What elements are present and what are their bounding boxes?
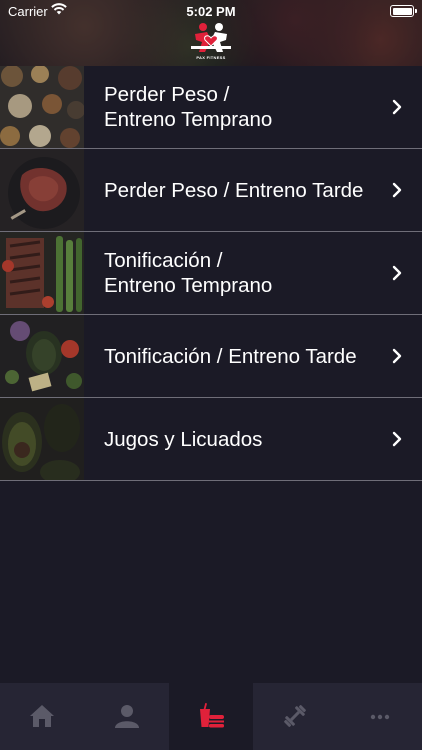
header-banner: Carrier 5:02 PM PAX FITNESS: [0, 0, 422, 66]
list-item-label: Tonificación / Entreno Temprano: [104, 249, 273, 297]
tab-home[interactable]: [0, 683, 84, 750]
list-item-label: Perder Peso / Entreno Tarde: [104, 178, 364, 202]
tab-nutrition[interactable]: [168, 683, 254, 750]
list-item-label: Jugos y Licuados: [104, 427, 263, 451]
food-thumbnail-steak: [0, 149, 84, 231]
chevron-right-icon: [392, 265, 402, 281]
diet-plan-list: Perder Peso / Entreno Temprano Perder Pe…: [0, 66, 422, 481]
home-icon: [30, 705, 55, 727]
profile-icon: [114, 705, 139, 728]
tab-profile[interactable]: [84, 683, 168, 750]
status-time: 5:02 PM: [186, 4, 236, 19]
list-item-jugos-licuados[interactable]: Jugos y Licuados: [0, 398, 422, 481]
food-thumbnail-avocado: [0, 398, 84, 480]
tab-bar: [0, 683, 422, 750]
tab-more[interactable]: [338, 683, 422, 750]
chevron-right-icon: [392, 431, 402, 447]
food-thumbnail-grilled-vegetables: [0, 232, 84, 314]
food-drink-icon: [200, 703, 225, 728]
status-bar: Carrier 5:02 PM: [0, 0, 422, 22]
food-thumbnail-nuts-grains: [0, 66, 84, 148]
list-item-perder-peso-temprano[interactable]: Perder Peso / Entreno Temprano: [0, 66, 422, 149]
logo-text: PAX FITNESS: [196, 55, 226, 60]
list-item-perder-peso-tarde[interactable]: Perder Peso / Entreno Tarde: [0, 149, 422, 232]
list-item-label: Tonificación / Entreno Tarde: [104, 344, 357, 368]
list-item-tonificacion-tarde[interactable]: Tonificación / Entreno Tarde: [0, 315, 422, 398]
list-item-label: Perder Peso / Entreno Temprano: [104, 83, 273, 131]
battery-icon: [390, 5, 417, 17]
more-icon: [370, 714, 390, 720]
app-logo: PAX FITNESS: [190, 22, 232, 62]
chevron-right-icon: [392, 182, 402, 198]
chevron-right-icon: [392, 348, 402, 364]
tab-workout[interactable]: [253, 683, 337, 750]
fitness-logo-icon: [191, 23, 231, 52]
dumbbell-icon: [284, 705, 307, 727]
chevron-right-icon: [392, 99, 402, 115]
list-item-tonificacion-temprano[interactable]: Tonificación / Entreno Temprano: [0, 232, 422, 315]
food-thumbnail-avocado-salad: [0, 315, 84, 397]
